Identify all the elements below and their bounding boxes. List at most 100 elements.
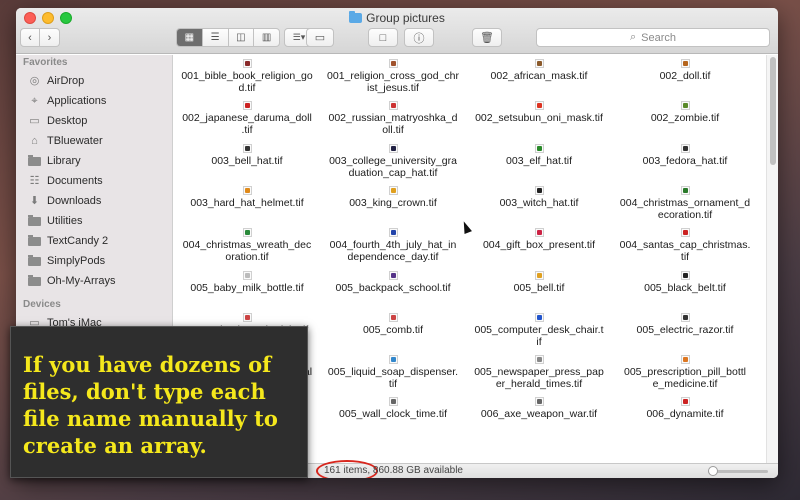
file-item[interactable]: 002_russian_matryoshka_d oll.tif	[320, 101, 466, 136]
file-item[interactable]: 003_hard_hat_helmet.tif	[174, 185, 320, 209]
arrange-icon: ☰▾	[292, 32, 306, 42]
file-item[interactable]: 002_setsubun_oni_mask.tif	[466, 101, 612, 124]
sidebar-item-airdrop[interactable]: ◎ AirDrop	[16, 71, 172, 91]
list-view-button[interactable]: ☰	[203, 29, 229, 46]
sidebar-item-label: AirDrop	[47, 75, 85, 87]
file-item[interactable]: 005_electric_razor.tif	[612, 312, 758, 336]
sidebar-item-oh-my-arrays[interactable]: Oh-My-Arrays	[16, 271, 172, 291]
file-item[interactable]: 005_bell.tif	[466, 270, 612, 294]
file-name-line: 005_liquid_soap_dispenser.	[327, 366, 459, 379]
file-item[interactable]: 003_witch_hat.tif	[466, 185, 612, 209]
vertical-scrollbar[interactable]	[766, 55, 778, 463]
sidebar-item-tbluewater[interactable]: ⌂ TBluewater	[16, 131, 172, 151]
file-item[interactable]: 003_king_crown.tif	[320, 185, 466, 209]
sidebar-item-library[interactable]: Library	[16, 151, 172, 171]
file-name-line: 005_black_belt.tif	[644, 281, 726, 294]
file-item[interactable]: 005_prescription_pill_bottl e_medicine.ti…	[612, 355, 758, 390]
file-item[interactable]: 004_christmas_ornament_d ecoration.tif	[612, 185, 758, 221]
sidebar-item-documents[interactable]: ☷ Documents	[16, 171, 172, 191]
search-field[interactable]: ⌕ Search	[536, 28, 770, 47]
icon-view-button[interactable]: ▦	[177, 29, 203, 46]
back-button[interactable]: ‹	[20, 28, 40, 47]
sidebar-item-desktop[interactable]: ▭ Desktop	[16, 111, 172, 131]
file-item[interactable]: 004_fourth_4th_july_hat_in dependence_day…	[320, 228, 466, 263]
column-view-button[interactable]: ◫	[229, 29, 255, 46]
coverflow-view-button[interactable]: ▥	[254, 29, 279, 46]
file-item[interactable]: 003_college_university_gra duation_cap_ha…	[320, 143, 466, 179]
file-item[interactable]: 001_religion_cross_god_chr ist_jesus.tif	[320, 59, 466, 94]
search-icon: ⌕	[629, 31, 637, 43]
folder-icon	[28, 254, 41, 266]
sidebar-item-label: Documents	[47, 175, 103, 187]
file-item[interactable]: 005_computer_desk_chair.t if	[466, 312, 612, 348]
file-thumbnail-icon	[534, 185, 544, 195]
file-item[interactable]: 005_newspaper_press_pap er_herald_times.t…	[466, 355, 612, 390]
trash-icon: 🗑	[480, 32, 494, 44]
folder-icon	[28, 274, 41, 286]
file-item[interactable]: 005_baby_milk_bottle.tif	[174, 270, 320, 294]
file-item[interactable]: 005_black_belt.tif	[612, 270, 758, 294]
file-item[interactable]: 004_gift_box_present.tif	[466, 228, 612, 251]
home-icon: ⌂	[31, 134, 38, 147]
file-item[interactable]: 002_doll.tif	[612, 59, 758, 82]
file-thumbnail-icon	[680, 143, 690, 153]
sidebar-item-textcandy-2[interactable]: TextCandy 2	[16, 231, 172, 251]
file-item[interactable]: 004_santas_cap_christmas. tif	[612, 228, 758, 263]
file-item[interactable]: 002_zombie.tif	[612, 101, 758, 124]
file-name-line: 005_wall_clock_time.tif	[339, 408, 447, 421]
sidebar-item-applications[interactable]: ⌖ Applications	[16, 91, 172, 111]
downloads-icon: ⬇	[29, 194, 40, 207]
file-name-line: 002_african_mask.tif	[490, 70, 588, 82]
file-item[interactable]: 006_axe_weapon_war.tif	[466, 397, 612, 420]
file-item[interactable]: 003_fedora_hat.tif	[612, 143, 758, 167]
file-item[interactable]: 002_african_mask.tif	[466, 59, 612, 82]
new-folder-button[interactable]: □	[368, 28, 398, 47]
file-item[interactable]: 002_japanese_daruma_doll .tif	[174, 101, 320, 136]
tags-button[interactable]: ▭	[306, 28, 334, 47]
file-name-line: tif	[680, 251, 690, 264]
caption-callout: If you have dozens of files, don't type …	[10, 326, 308, 478]
sidebar-item-label: TextCandy 2	[47, 235, 109, 247]
file-name-line: 001_bible_book_religion_go	[181, 70, 313, 82]
file-thumbnail-icon	[388, 228, 398, 238]
favorites-header: Favorites	[23, 57, 68, 68]
file-item[interactable]: 003_bell_hat.tif	[174, 143, 320, 167]
file-thumbnail-icon	[534, 312, 544, 322]
icon-size-slider-knob[interactable]	[708, 466, 718, 476]
icon-size-slider[interactable]	[708, 466, 768, 476]
file-name-line: 006_axe_weapon_war.tif	[480, 408, 598, 421]
sidebar-item-utilities[interactable]: Utilities	[16, 211, 172, 231]
file-name-line: 005_comb.tif	[362, 323, 424, 336]
sidebar-item-downloads[interactable]: ⬇ Downloads	[16, 191, 172, 211]
file-item[interactable]: 004_christmas_wreath_dec oration.tif	[174, 228, 320, 263]
file-item[interactable]: 006_dynamite.tif	[612, 397, 758, 420]
file-name-line: 003_hard_hat_helmet.tif	[190, 196, 304, 209]
file-item[interactable]: 005_comb.tif	[320, 312, 466, 336]
file-name-line: 002_doll.tif	[659, 70, 711, 82]
file-name-line: 002_japanese_daruma_doll	[182, 112, 312, 125]
file-thumbnail-icon	[680, 185, 690, 195]
file-thumbnail-icon	[388, 185, 398, 195]
sidebar-item-simplypods[interactable]: SimplyPods	[16, 251, 172, 271]
file-thumbnail-icon	[388, 143, 398, 153]
get-info-button[interactable]: ⓘ	[404, 28, 434, 47]
file-name-line: 005_bell.tif	[513, 281, 565, 294]
file-name-line: tif	[388, 378, 398, 391]
file-thumbnail-icon	[680, 312, 690, 322]
folder-icon	[349, 11, 363, 23]
scrollbar-thumb[interactable]	[770, 57, 776, 165]
forward-button[interactable]: ›	[40, 28, 60, 47]
file-name-line: 003_bell_hat.tif	[211, 154, 283, 167]
file-item[interactable]: 005_backpack_school.tif	[320, 270, 466, 294]
file-item[interactable]: 001_bible_book_religion_go d.tif	[174, 59, 320, 94]
trash-button[interactable]: 🗑	[472, 28, 502, 47]
file-name-line: ist_jesus.tif	[367, 82, 419, 94]
file-item[interactable]: 003_elf_hat.tif	[466, 143, 612, 167]
file-thumbnail-icon	[242, 185, 252, 195]
file-name-line: 004_fourth_4th_july_hat_in	[329, 239, 457, 252]
file-item[interactable]: 005_liquid_soap_dispenser. tif	[320, 355, 466, 390]
file-item[interactable]: 005_wall_clock_time.tif	[320, 397, 466, 420]
sidebar-item-label: Desktop	[47, 115, 88, 127]
file-name-line: 002_zombie.tif	[650, 112, 720, 125]
view-mode-group: ▦ ☰ ◫ ▥	[176, 28, 280, 47]
